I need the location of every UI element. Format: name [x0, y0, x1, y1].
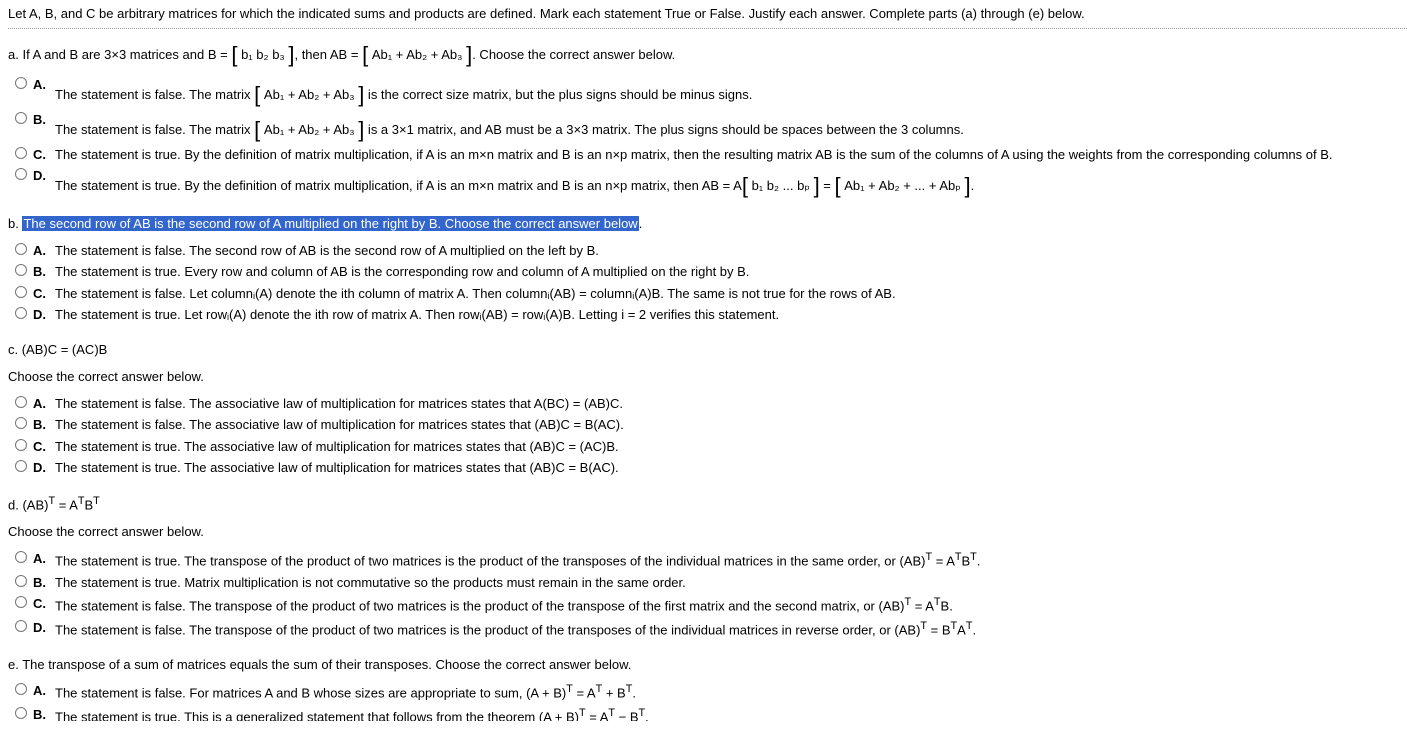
option-letter: D. — [33, 305, 55, 325]
qa-matrix-ab: [ Ab₁ + Ab₂ + Ab₃ ] — [362, 47, 472, 62]
qc-radio-b[interactable] — [15, 417, 27, 429]
qe-option-a[interactable]: A. The statement is false. For matrices … — [10, 680, 1407, 704]
instructions-text: Let A, B, and C be arbitrary matrices fo… — [8, 4, 1407, 29]
option-text: The statement is false. The matrix [ Ab₁… — [55, 110, 1407, 143]
option-letter: B. — [33, 705, 55, 721]
qe-radio-a[interactable] — [15, 683, 27, 695]
question-a-stem: a. If A and B are 3×3 matrices and B = [… — [8, 35, 1407, 68]
question-c-stem: c. (AB)C = (AC)B — [8, 340, 1407, 360]
qc-option-d[interactable]: D. The statement is true. The associativ… — [10, 457, 1407, 479]
qb-stem-post: . — [639, 216, 643, 231]
qb-radio-d[interactable] — [15, 307, 27, 319]
qa-radio-c[interactable] — [15, 147, 27, 159]
option-text: The statement is true. Every row and col… — [55, 262, 1407, 282]
qb-option-b[interactable]: B. The statement is true. Every row and … — [10, 261, 1407, 283]
question-a: a. If A and B are 3×3 matrices and B = [… — [8, 35, 1407, 201]
qa-radio-b[interactable] — [15, 112, 27, 124]
qc-option-b[interactable]: B. The statement is false. The associati… — [10, 414, 1407, 436]
qa-stem-post: . Choose the correct answer below. — [472, 47, 675, 62]
option-text: The statement is false. The matrix [ Ab₁… — [55, 75, 1407, 108]
qd-radio-a[interactable] — [15, 551, 27, 563]
question-c-prompt: Choose the correct answer below. — [8, 367, 1407, 387]
option-letter: C. — [33, 437, 55, 457]
qa-option-a[interactable]: A. The statement is false. The matrix [ … — [10, 74, 1407, 109]
option-text: The statement is false. The associative … — [55, 394, 1407, 414]
qc-radio-c[interactable] — [15, 439, 27, 451]
qd-option-c[interactable]: C. The statement is false. The transpose… — [10, 593, 1407, 617]
option-text: The statement is true. By the definition… — [55, 145, 1407, 165]
option-text: The statement is true. The associative l… — [55, 437, 1407, 457]
qb-option-a[interactable]: A. The statement is false. The second ro… — [10, 240, 1407, 262]
qb-option-c[interactable]: C. The statement is false. Let columnᵢ(A… — [10, 283, 1407, 305]
qa-stem-mid: , then AB = — [294, 47, 358, 62]
question-e: e. The transpose of a sum of matrices eq… — [8, 655, 1407, 721]
qc-radio-d[interactable] — [15, 460, 27, 472]
option-text: The statement is true. By the definition… — [55, 166, 1407, 199]
question-e-stem: e. The transpose of a sum of matrices eq… — [8, 655, 1407, 675]
question-b: b. The second row of AB is the second ro… — [8, 214, 1407, 326]
option-letter: B. — [33, 262, 55, 282]
qd-radio-b[interactable] — [15, 575, 27, 587]
option-letter: B. — [33, 415, 55, 435]
question-d-stem: d. (AB)T = ATBT — [8, 493, 1407, 515]
qb-stem-highlighted: The second row of AB is the second row o… — [22, 216, 638, 231]
qa-stem-pre: a. If A and B are 3×3 matrices and B = — [8, 47, 228, 62]
qb-stem-pre: b. — [8, 216, 22, 231]
option-text: The statement is true. Let rowᵢ(A) denot… — [55, 305, 1407, 325]
option-letter: B. — [33, 110, 55, 130]
qd-option-d[interactable]: D. The statement is false. The transpose… — [10, 617, 1407, 641]
qb-radio-c[interactable] — [15, 286, 27, 298]
qa-matrix-b: [ b₁ b₂ b₃ ] — [231, 47, 294, 62]
qa-option-b[interactable]: B. The statement is false. The matrix [ … — [10, 109, 1407, 144]
qe-option-b[interactable]: B. The statement is true. This is a gene… — [10, 704, 1407, 721]
option-text: The statement is false. Let columnᵢ(A) d… — [55, 284, 1407, 304]
option-letter: A. — [33, 241, 55, 261]
qb-option-d[interactable]: D. The statement is true. Let rowᵢ(A) de… — [10, 304, 1407, 326]
question-d: d. (AB)T = ATBT Choose the correct answe… — [8, 493, 1407, 641]
qa-radio-a[interactable] — [15, 77, 27, 89]
qd-option-b[interactable]: B. The statement is true. Matrix multipl… — [10, 572, 1407, 594]
option-letter: C. — [33, 145, 55, 165]
qc-option-a[interactable]: A. The statement is false. The associati… — [10, 393, 1407, 415]
option-letter: D. — [33, 458, 55, 478]
question-c: c. (AB)C = (AC)B Choose the correct answ… — [8, 340, 1407, 479]
qb-radio-a[interactable] — [15, 243, 27, 255]
option-letter: A. — [33, 75, 55, 95]
option-letter: C. — [33, 594, 55, 614]
option-letter: A. — [33, 681, 55, 701]
question-b-stem: b. The second row of AB is the second ro… — [8, 214, 1407, 234]
option-letter: D. — [33, 166, 55, 186]
option-text: The statement is true. The transpose of … — [55, 549, 1407, 571]
qc-option-c[interactable]: C. The statement is true. The associativ… — [10, 436, 1407, 458]
qb-radio-b[interactable] — [15, 264, 27, 276]
option-text: The statement is false. The associative … — [55, 415, 1407, 435]
option-text: The statement is true. This is a general… — [55, 705, 1407, 721]
qd-option-a[interactable]: A. The statement is true. The transpose … — [10, 548, 1407, 572]
option-letter: A. — [33, 549, 55, 569]
option-text: The statement is true. The associative l… — [55, 458, 1407, 478]
qd-radio-d[interactable] — [15, 620, 27, 632]
qe-radio-b[interactable] — [15, 707, 27, 719]
option-text: The statement is false. The transpose of… — [55, 618, 1407, 640]
option-letter: C. — [33, 284, 55, 304]
qa-radio-d[interactable] — [15, 168, 27, 180]
qa-option-c[interactable]: C. The statement is true. By the definit… — [10, 144, 1407, 166]
option-letter: B. — [33, 573, 55, 593]
qd-radio-c[interactable] — [15, 596, 27, 608]
question-d-prompt: Choose the correct answer below. — [8, 522, 1407, 542]
option-text: The statement is false. The second row o… — [55, 241, 1407, 261]
qa-option-d[interactable]: D. The statement is true. By the definit… — [10, 165, 1407, 200]
option-text: The statement is false. The transpose of… — [55, 594, 1407, 616]
qc-radio-a[interactable] — [15, 396, 27, 408]
option-text: The statement is true. Matrix multiplica… — [55, 573, 1407, 593]
option-letter: A. — [33, 394, 55, 414]
option-text: The statement is false. For matrices A a… — [55, 681, 1407, 703]
option-letter: D. — [33, 618, 55, 638]
